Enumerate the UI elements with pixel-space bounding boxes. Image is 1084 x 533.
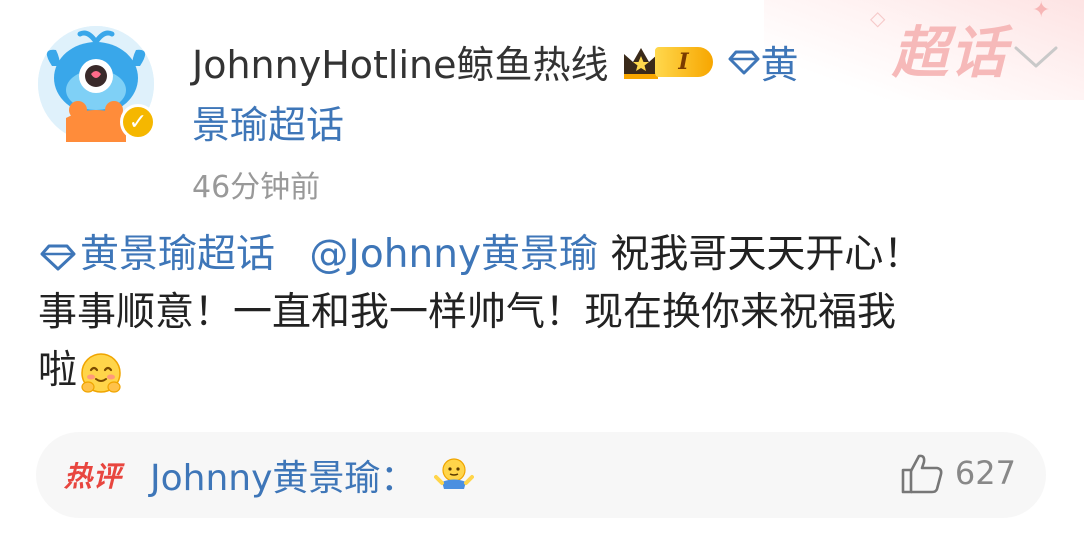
- like-count: 627: [954, 454, 1016, 492]
- thumbs-up-icon: [901, 454, 943, 494]
- decoration-gem-icon: ◇: [870, 6, 886, 30]
- decoration-text: 超话: [892, 21, 1008, 86]
- content-text-line3: 啦: [38, 348, 78, 393]
- super-topic-name-end[interactable]: 景瑜超话: [192, 94, 344, 149]
- hot-comment-author[interactable]: Johnny黄景瑜: [150, 449, 380, 501]
- post-header: JohnnyHotline鲸鱼热线 I 黄: [192, 34, 799, 89]
- super-topic-link[interactable]: 黄: [727, 34, 799, 89]
- diamond-topic-icon: [728, 50, 759, 74]
- hot-comment-label: 热评: [64, 460, 123, 493]
- shy-face-emoji-icon: [81, 352, 121, 393]
- username[interactable]: JohnnyHotline鲸鱼热线: [192, 34, 609, 89]
- post-content: 黄景瑜超话 @Johnny黄景瑜 祝我哥天天开心！ 事事顺意！一直和我一样帅气！…: [38, 226, 1048, 400]
- shrug-emoji-icon: [434, 458, 475, 489]
- level-number: I: [654, 46, 713, 77]
- like-button[interactable]: 627: [899, 450, 1016, 496]
- post-timestamp: 46分钟前: [192, 170, 321, 205]
- hot-comment-separator: ：: [380, 458, 417, 499]
- chevron-down-icon[interactable]: [1012, 44, 1060, 74]
- hot-comment-text: Johnny黄景瑜：: [150, 449, 475, 501]
- decoration-star-icon: ✦: [1032, 0, 1051, 23]
- fan-level-badge[interactable]: I: [621, 44, 713, 80]
- content-text-line2: 事事顺意！一直和我一样帅气！现在换你来祝福我: [38, 290, 897, 335]
- topic-tag-text: 黄景瑜超话: [80, 232, 276, 277]
- mention-link[interactable]: @Johnny黄景瑜: [309, 232, 598, 277]
- content-text-line1: 祝我哥天天开心！: [598, 232, 923, 277]
- topic-tag-link[interactable]: 黄景瑜超话: [38, 232, 275, 277]
- verified-badge-icon: ✓: [120, 104, 156, 140]
- super-topic-name-start: 黄: [760, 43, 799, 87]
- hot-comment[interactable]: 热评 Johnny黄景瑜： 627: [36, 432, 1046, 518]
- diamond-topic-icon: [40, 244, 76, 270]
